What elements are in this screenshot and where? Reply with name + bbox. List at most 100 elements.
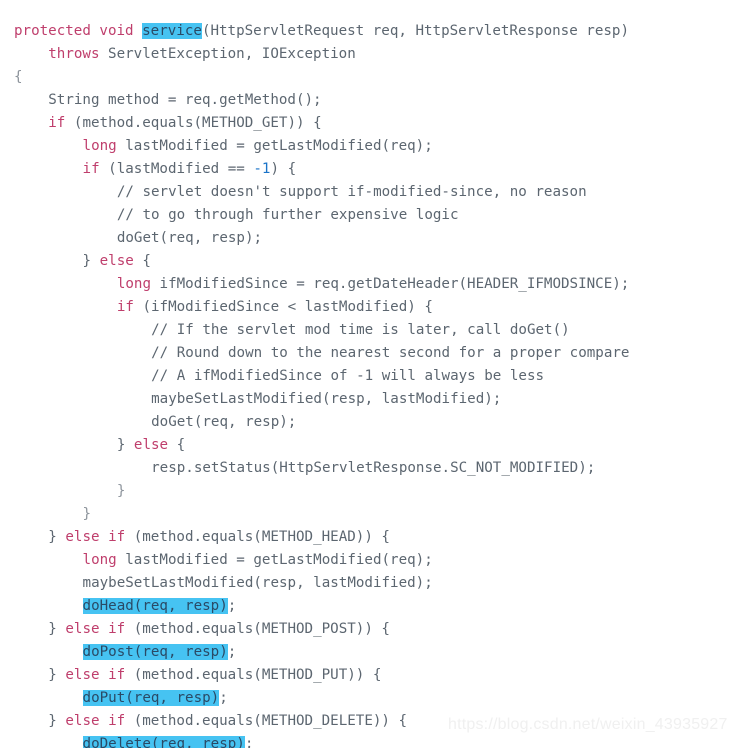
- code-token: else: [65, 713, 100, 730]
- code-token: ) {: [270, 161, 297, 178]
- code-token: ;: [227, 598, 237, 615]
- code-line: doDelete(req, resp);: [0, 733, 732, 748]
- code-token: doGet(req, resp);: [151, 414, 297, 431]
- code-line: // A ifModifiedSince of -1 will always b…: [0, 365, 732, 388]
- code-line: doPut(req, resp);: [0, 687, 732, 710]
- code-token: ;: [227, 644, 237, 661]
- code-token: }: [116, 483, 126, 500]
- code-token: if: [108, 667, 126, 684]
- code-token: resp.setStatus(HttpServletResponse.SC_NO…: [151, 460, 596, 477]
- code-token: void: [99, 23, 134, 40]
- code-line: protected void service(HttpServletReques…: [0, 20, 732, 43]
- code-token: else: [65, 667, 100, 684]
- code-line: }: [0, 503, 732, 526]
- code-token: lastModified = getLastModified(req);: [116, 552, 433, 569]
- code-token: else: [99, 253, 134, 270]
- code-token: (method.equals(METHOD_GET)) {: [65, 115, 322, 132]
- code-snippet-screenshot: protected void service(HttpServletReques…: [0, 0, 732, 748]
- code-line: } else {: [0, 434, 732, 457]
- code-token: lastModified = getLastModified(req);: [116, 138, 433, 155]
- code-line: throws ServletException, IOException: [0, 43, 732, 66]
- code-token: String method = req.getMethod();: [48, 92, 322, 109]
- code-line: doPost(req, resp);: [0, 641, 732, 664]
- code-line: if (method.equals(METHOD_GET)) {: [0, 112, 732, 135]
- code-token: }: [82, 253, 100, 270]
- code-token: (method.equals(METHOD_HEAD)) {: [125, 529, 390, 546]
- code-token: (HttpServletRequest req, HttpServletResp…: [201, 23, 630, 40]
- code-token: if: [48, 115, 66, 132]
- code-line: long lastModified = getLastModified(req)…: [0, 549, 732, 572]
- code-token: (method.equals(METHOD_POST)) {: [125, 621, 390, 638]
- code-token: long: [82, 552, 117, 569]
- code-line: if (ifModifiedSince < lastModified) {: [0, 296, 732, 319]
- code-line: } else if (method.equals(METHOD_POST)) {: [0, 618, 732, 641]
- code-token: (lastModified ==: [99, 161, 254, 178]
- code-token: protected: [14, 23, 91, 40]
- code-line: resp.setStatus(HttpServletResponse.SC_NO…: [0, 457, 732, 480]
- code-line: {: [0, 66, 732, 89]
- highlighted-token[interactable]: doDelete(req, resp): [82, 736, 245, 748]
- code-line: doGet(req, resp);: [0, 411, 732, 434]
- code-token: // to go through further expensive logic: [116, 207, 459, 224]
- code-line: long ifModifiedSince = req.getDateHeader…: [0, 273, 732, 296]
- code-line: String method = req.getMethod();: [0, 89, 732, 112]
- code-token: if: [116, 299, 134, 316]
- code-token: long: [116, 276, 151, 293]
- code-line: // to go through further expensive logic: [0, 204, 732, 227]
- code-token: if: [82, 161, 100, 178]
- code-line: } else if (method.equals(METHOD_HEAD)) {: [0, 526, 732, 549]
- highlighted-token[interactable]: doHead(req, resp): [82, 598, 228, 615]
- code-token: long: [82, 138, 117, 155]
- code-token: {: [168, 437, 186, 454]
- code-token: ifModifiedSince = req.getDateHeader(HEAD…: [151, 276, 630, 293]
- code-line: // Round down to the nearest second for …: [0, 342, 732, 365]
- code-token: if: [108, 529, 126, 546]
- code-token: if: [108, 621, 126, 638]
- code-line: if (lastModified == -1) {: [0, 158, 732, 181]
- highlighted-token[interactable]: doPost(req, resp): [82, 644, 228, 661]
- code-token: else: [65, 621, 100, 638]
- code-token: throws: [48, 46, 100, 63]
- code-line: doHead(req, resp);: [0, 595, 732, 618]
- code-token: // Round down to the nearest second for …: [151, 345, 630, 362]
- java-source-code[interactable]: protected void service(HttpServletReques…: [0, 14, 732, 748]
- code-line: long lastModified = getLastModified(req)…: [0, 135, 732, 158]
- highlighted-token[interactable]: service: [142, 23, 202, 40]
- code-token: }: [48, 713, 66, 730]
- code-line: // If the servlet mod time is later, cal…: [0, 319, 732, 342]
- code-token: ServletException, IOException: [99, 46, 356, 63]
- code-token: -1: [253, 161, 271, 178]
- highlighted-token[interactable]: doPut(req, resp): [82, 690, 220, 707]
- csdn-watermark: https://blog.csdn.net/weixin_43935927: [448, 716, 728, 733]
- code-token: // If the servlet mod time is later, cal…: [151, 322, 570, 339]
- code-line: maybeSetLastModified(resp, lastModified)…: [0, 572, 732, 595]
- code-token: // A ifModifiedSince of -1 will always b…: [151, 368, 545, 385]
- code-token: }: [116, 437, 134, 454]
- code-line: }: [0, 480, 732, 503]
- code-token: }: [48, 529, 66, 546]
- code-token: else: [133, 437, 169, 454]
- code-token: (ifModifiedSince < lastModified) {: [133, 299, 433, 316]
- code-token: {: [14, 69, 23, 86]
- code-token: ;: [219, 690, 228, 707]
- code-token: else: [65, 529, 100, 546]
- code-token: }: [82, 506, 92, 523]
- code-line: // servlet doesn't support if-modified-s…: [0, 181, 732, 204]
- code-line: } else if (method.equals(METHOD_PUT)) {: [0, 664, 732, 687]
- code-token: ;: [244, 736, 254, 748]
- code-line: } else {: [0, 250, 732, 273]
- code-token: // servlet doesn't support if-modified-s…: [116, 184, 587, 201]
- code-token: if: [108, 713, 126, 730]
- code-token: (method.equals(METHOD_PUT)) {: [125, 667, 382, 684]
- code-token: }: [48, 621, 66, 638]
- code-line: maybeSetLastModified(resp, lastModified)…: [0, 388, 732, 411]
- code-token: doGet(req, resp);: [116, 230, 263, 247]
- code-token: maybeSetLastModified(resp, lastModified)…: [151, 391, 502, 408]
- code-token: maybeSetLastModified(resp, lastModified)…: [82, 575, 433, 592]
- code-token: }: [48, 667, 66, 684]
- code-token: (method.equals(METHOD_DELETE)) {: [125, 713, 408, 730]
